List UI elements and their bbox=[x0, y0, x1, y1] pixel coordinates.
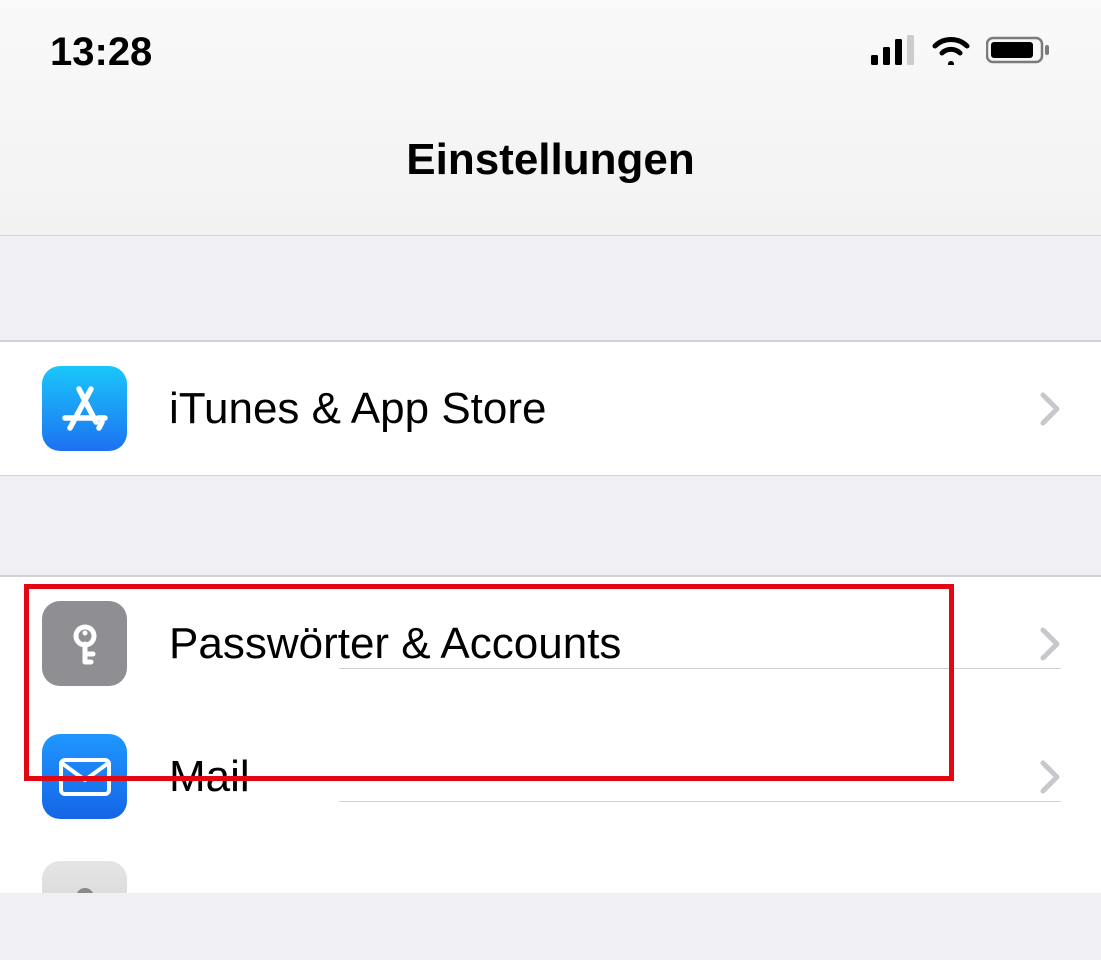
title-bar: Einstellungen bbox=[0, 95, 1101, 235]
mail-icon bbox=[42, 734, 127, 819]
status-bar: 13:28 bbox=[0, 0, 1101, 95]
wifi-icon bbox=[930, 35, 972, 70]
status-time: 13:28 bbox=[50, 30, 152, 75]
chevron-right-icon bbox=[1039, 759, 1061, 795]
status-icons bbox=[871, 35, 1051, 70]
chevron-right-icon bbox=[1039, 391, 1061, 427]
settings-group-2: Passwörter & Accounts Mail bbox=[0, 576, 1101, 893]
settings-item-label: Passwörter & Accounts bbox=[169, 619, 621, 669]
settings-group-1: iTunes & App Store bbox=[0, 341, 1101, 476]
battery-icon bbox=[986, 35, 1051, 70]
header-area: 13:28 bbox=[0, 0, 1101, 236]
settings-item-passwords-accounts[interactable]: Passwörter & Accounts bbox=[0, 577, 1101, 710]
chevron-right-icon bbox=[1039, 626, 1061, 662]
section-gap bbox=[0, 236, 1101, 341]
section-gap bbox=[0, 476, 1101, 576]
settings-item-label: Mail bbox=[169, 752, 250, 802]
key-icon bbox=[42, 601, 127, 686]
settings-item-contacts[interactable] bbox=[0, 843, 1101, 893]
contacts-icon bbox=[42, 861, 127, 893]
cellular-signal-icon bbox=[871, 35, 916, 70]
page-title: Einstellungen bbox=[0, 135, 1101, 185]
settings-item-mail[interactable]: Mail bbox=[0, 710, 1101, 843]
settings-item-itunes-appstore[interactable]: iTunes & App Store bbox=[0, 341, 1101, 476]
settings-item-label: iTunes & App Store bbox=[169, 384, 546, 434]
appstore-icon bbox=[42, 366, 127, 451]
